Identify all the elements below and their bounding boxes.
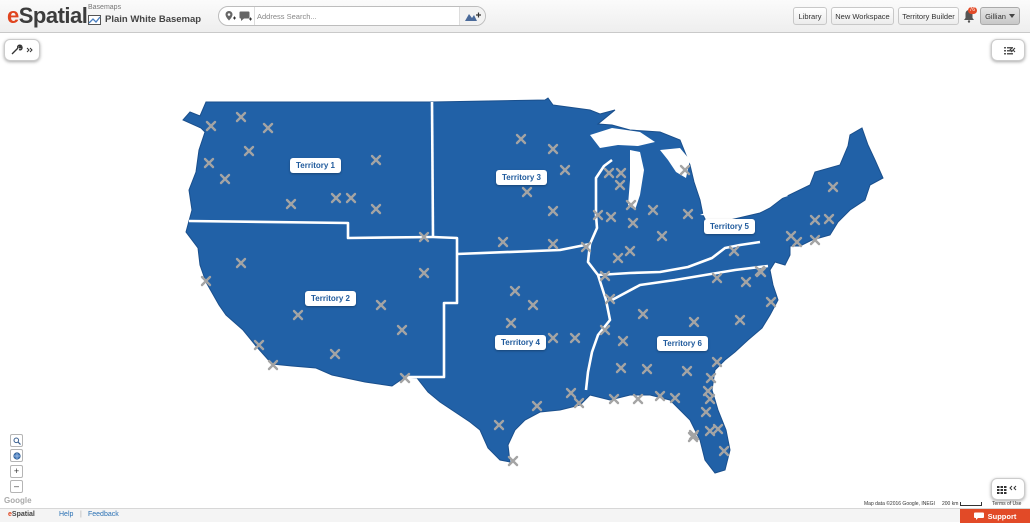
address-search-input[interactable] (257, 8, 459, 24)
territory-label-3[interactable]: Territory 3 (496, 170, 547, 185)
territory-label-6[interactable]: Territory 6 (657, 336, 708, 351)
map-canvas[interactable]: Territory 1 Territory 2 Territory 3 Terr… (0, 34, 1030, 508)
magnifier-icon (13, 437, 21, 445)
notification-badge: 76 (968, 7, 977, 14)
footer-separator: | (80, 511, 82, 518)
chevron-down-icon (1008, 14, 1015, 18)
help-link[interactable]: Help (59, 511, 73, 518)
footer-logo: eSpatial (8, 511, 35, 518)
basemap-caption: Basemaps (88, 4, 122, 11)
locate-button[interactable] (10, 449, 23, 462)
map-add-icon[interactable] (459, 7, 485, 25)
list-icon (1004, 47, 1016, 55)
zoom-region-button[interactable] (10, 434, 23, 447)
territory-map[interactable] (0, 34, 1030, 508)
map-scale: 200 km (942, 501, 982, 507)
tools-panel-button[interactable] (4, 39, 40, 61)
library-button[interactable]: Library (793, 7, 827, 25)
map-icon (88, 14, 101, 25)
terms-of-use-link[interactable]: Terms of Use (992, 501, 1021, 507)
layers-panel-button[interactable] (991, 39, 1025, 61)
globe-icon (12, 451, 21, 460)
espatial-logo[interactable]: eSpatial (7, 3, 88, 29)
footer-bar: eSpatial Help | Feedback Support (0, 508, 1030, 523)
address-search-bar (218, 6, 486, 26)
grid-icon (997, 485, 1017, 494)
lake-erie (700, 200, 742, 216)
new-workspace-button[interactable]: New Workspace (831, 7, 894, 25)
top-bar: eSpatial Basemaps Plain White Basemap Li… (0, 0, 1030, 33)
chat-bubble-icon (973, 512, 984, 520)
basemap-title: Plain White Basemap (105, 14, 202, 25)
territory-builder-button[interactable]: Territory Builder (898, 7, 959, 25)
territory-label-4[interactable]: Territory 4 (495, 335, 546, 350)
grid-panel-button[interactable] (991, 478, 1025, 500)
user-name: Gillian (985, 11, 1006, 21)
territory-label-5[interactable]: Territory 5 (704, 219, 755, 234)
user-menu-button[interactable]: Gillian (980, 7, 1020, 25)
territory-label-2[interactable]: Territory 2 (305, 291, 356, 306)
zoom-in-button[interactable]: + (10, 465, 23, 478)
feedback-link[interactable]: Feedback (88, 511, 119, 518)
wrench-icon (11, 44, 33, 55)
chat-icon[interactable] (237, 7, 255, 25)
google-logo: Google (4, 496, 32, 505)
us-landmass (182, 97, 884, 474)
support-button[interactable]: Support (960, 509, 1030, 523)
map-attribution: Map data ©2016 Google, INEGI (864, 501, 935, 507)
zoom-out-button[interactable]: – (10, 480, 23, 493)
territory-label-1[interactable]: Territory 1 (290, 158, 341, 173)
basemap-selector[interactable]: Plain White Basemap (88, 14, 201, 25)
